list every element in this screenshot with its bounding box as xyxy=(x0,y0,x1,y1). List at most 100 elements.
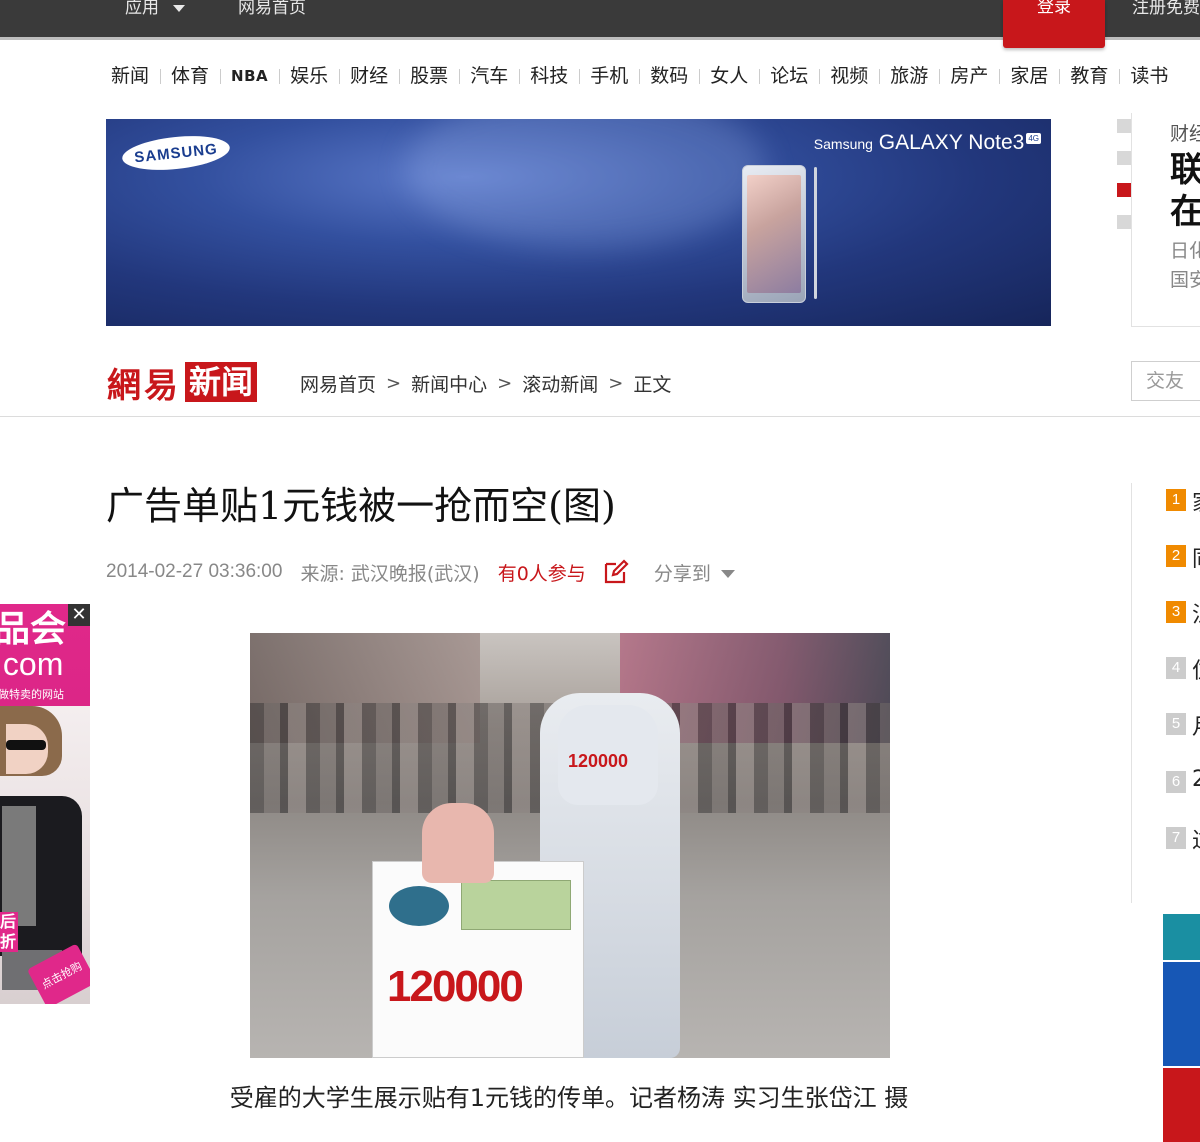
chevron-down-icon xyxy=(720,570,735,578)
rank-item[interactable]: 4 住 xyxy=(1166,657,1200,684)
channel-news[interactable]: 新闻 xyxy=(100,63,160,89)
channel-stock[interactable]: 股票 xyxy=(399,63,459,89)
channel-home[interactable]: 家居 xyxy=(999,63,1059,89)
rank-number: 3 xyxy=(1166,601,1186,623)
right-color-blocks[interactable] xyxy=(1163,914,1200,1142)
edit-comment-icon[interactable] xyxy=(602,558,630,586)
rank-number: 6 xyxy=(1166,771,1186,793)
rank-text: 2 xyxy=(1192,767,1200,792)
carousel-dot[interactable] xyxy=(1117,215,1131,229)
breadcrumb: 网易首页 > 新闻中心 > 滚动新闻 > 正文 xyxy=(300,370,671,397)
comment-count-link[interactable]: 有0人参与 xyxy=(498,559,586,586)
channel-travel[interactable]: 旅游 xyxy=(879,63,939,89)
channel-edu[interactable]: 教育 xyxy=(1059,63,1119,89)
rank-item[interactable]: 2 同 xyxy=(1166,545,1200,572)
article-title: 广告单贴1元钱被一抢而空(图) xyxy=(106,484,616,528)
banner-badge: 4G xyxy=(1026,133,1041,144)
rank-number: 5 xyxy=(1166,713,1186,735)
rank-item[interactable]: 5 月 xyxy=(1166,713,1200,740)
carousel-dots xyxy=(1117,119,1131,247)
banner-ad[interactable]: SAMSUNG Samsung GALAXY Note3 4G xyxy=(106,119,1051,326)
flyer-banknote xyxy=(461,880,571,930)
rank-list: 1 家 2 同 3 江 4 住 5 月 6 2 7 过 xyxy=(1131,483,1200,903)
channel-digital[interactable]: 数码 xyxy=(639,63,699,89)
apps-menu[interactable]: 应用 xyxy=(125,0,185,20)
article-source[interactable]: 来源: 武汉晚报(武汉) xyxy=(300,559,479,586)
breadcrumb-home[interactable]: 网易首页 xyxy=(300,370,376,397)
carousel-dot[interactable] xyxy=(1117,151,1131,165)
search-input[interactable]: 交友 xyxy=(1131,361,1200,401)
rank-number: 4 xyxy=(1166,657,1186,679)
chevron-right-icon: > xyxy=(386,373,402,394)
channel-bbs[interactable]: 论坛 xyxy=(759,63,819,89)
flyer-logo xyxy=(389,886,449,926)
channel-nba[interactable]: NBA xyxy=(220,63,279,89)
channel-house[interactable]: 房产 xyxy=(939,63,999,89)
rank-item[interactable]: 1 家 xyxy=(1166,489,1200,516)
channel-ent[interactable]: 娱乐 xyxy=(279,63,339,89)
banner-brand: Samsung xyxy=(813,136,873,152)
breadcrumb-news-center[interactable]: 新闻中心 xyxy=(411,370,487,397)
right-panel-headline[interactable]: 联 在 xyxy=(1170,149,1200,233)
banner-product: GALAXY Note3 xyxy=(878,131,1025,154)
rank-text: 月 xyxy=(1192,709,1200,741)
right-panel-category[interactable]: 财经 xyxy=(1170,119,1200,146)
channel-finance[interactable]: 财经 xyxy=(339,63,399,89)
photo-costume-number: 120000 xyxy=(568,751,629,771)
close-icon[interactable]: ✕ xyxy=(68,604,90,626)
photo-caption-text: 受雇的大学生展示贴有1元钱的传单。记者杨涛 实习生张岱江 摄 xyxy=(229,1084,909,1112)
float-ad-line3: 做特卖的网站 xyxy=(0,688,64,701)
float-ad[interactable]: 品会 .com 做特卖的网站 后 折 点击抢购 xyxy=(0,604,90,1004)
rank-number: 1 xyxy=(1166,489,1186,511)
banner-glow xyxy=(406,119,766,249)
logo-netease: 網易 xyxy=(107,365,181,406)
rank-text: 家 xyxy=(1192,485,1200,517)
right-block-red[interactable] xyxy=(1163,1068,1200,1142)
model-shirt xyxy=(2,806,36,926)
article-meta: 2014-02-27 03:36:00 来源: 武汉晚报(武汉) 有0人参与 分… xyxy=(106,557,735,587)
rank-item[interactable]: 6 2 xyxy=(1166,767,1200,793)
breadcrumb-rolling-news[interactable]: 滚动新闻 xyxy=(522,370,598,397)
channel-nav: 新闻 体育 NBA 娱乐 财经 股票 汽车 科技 手机 数码 女人 论坛 视频 … xyxy=(100,62,1179,90)
samsung-logo-text: SAMSUNG xyxy=(133,140,219,166)
rank-item[interactable]: 7 过 xyxy=(1166,827,1200,854)
breadcrumb-current: 正文 xyxy=(633,374,672,396)
phone-screen xyxy=(747,175,801,293)
home-link[interactable]: 网易首页 xyxy=(238,0,306,20)
article-photo: 120000 120000 xyxy=(250,633,890,1058)
carousel-dot[interactable] xyxy=(1117,119,1131,133)
channel-lady[interactable]: 女人 xyxy=(699,63,759,89)
channel-sports[interactable]: 体育 xyxy=(160,63,220,89)
header-divider xyxy=(0,416,1200,417)
photo-caption: 受雇的大学生展示贴有1元钱的传单。记者杨涛 实习生张岱江 摄 xyxy=(0,1078,1140,1113)
rank-number: 7 xyxy=(1166,827,1186,849)
rank-number: 2 xyxy=(1166,545,1186,567)
photo-flyer: 120000 xyxy=(372,861,584,1058)
samsung-logo: SAMSUNG xyxy=(120,131,232,175)
rank-text: 同 xyxy=(1192,541,1200,573)
channel-book[interactable]: 读书 xyxy=(1119,63,1179,89)
right-block-blue[interactable] xyxy=(1163,962,1200,1066)
netease-news-logo[interactable]: 網易 新闻 xyxy=(107,362,258,406)
share-menu[interactable]: 分享到 xyxy=(654,559,735,586)
rank-text: 过 xyxy=(1192,823,1200,855)
apps-menu-label: 应用 xyxy=(125,0,159,18)
logo-news: 新闻 xyxy=(185,362,258,402)
rank-item[interactable]: 3 江 xyxy=(1166,601,1200,628)
channel-auto[interactable]: 汽车 xyxy=(459,63,519,89)
channel-video[interactable]: 视频 xyxy=(819,63,879,89)
register-link[interactable]: 注册免费 xyxy=(1132,0,1200,20)
carousel-dot-active[interactable] xyxy=(1117,183,1131,197)
banner-product-text: Samsung GALAXY Note3 4G xyxy=(814,131,1041,155)
right-news-panel: 财经 联 在 日化 国安 xyxy=(1131,113,1200,327)
flyer-number: 120000 xyxy=(387,962,524,1011)
login-button[interactable]: 登录 xyxy=(1003,0,1105,48)
channel-mobile[interactable]: 手机 xyxy=(579,63,639,89)
phone-image xyxy=(742,165,806,303)
rank-text: 住 xyxy=(1192,653,1200,685)
right-block-teal[interactable] xyxy=(1163,914,1200,960)
float-ad-line1: 品会 xyxy=(0,609,67,650)
rank-text: 江 xyxy=(1192,597,1200,629)
channel-tech[interactable]: 科技 xyxy=(519,63,579,89)
photo-hand xyxy=(422,803,494,883)
